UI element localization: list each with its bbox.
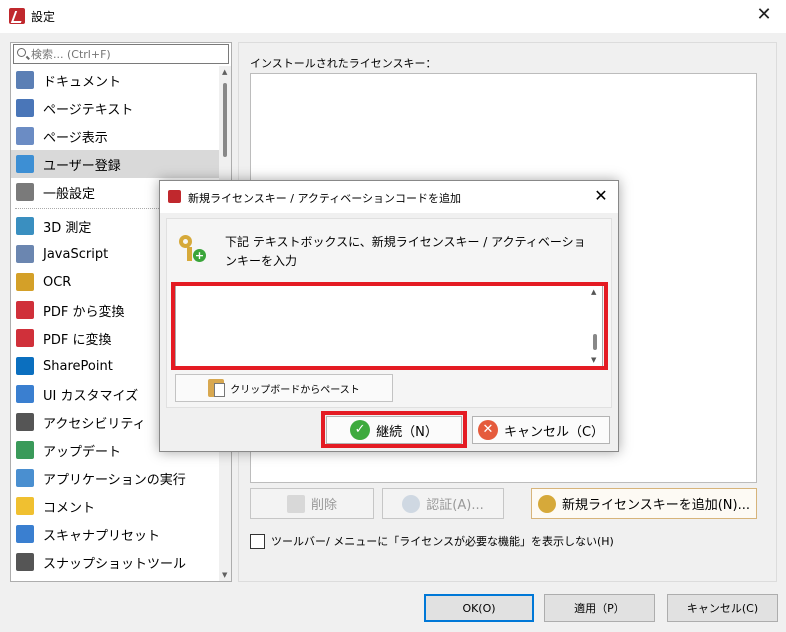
user-register-icon xyxy=(16,155,34,173)
window-close-button[interactable]: ✕ xyxy=(752,3,776,27)
sidebar-item[interactable]: ユーザー登録 xyxy=(11,150,219,178)
dialog-body: + 下記 テキストボックスに、新規ライセンスキー / アクティベーションキーを入… xyxy=(166,218,612,408)
ocr-icon xyxy=(16,273,34,291)
sidebar-item-label: コメント xyxy=(43,500,96,516)
pdf-convert-from-icon xyxy=(16,301,34,319)
add-license-dialog: 新規ライセンスキー / アクティベーションコードを追加 ✕ + 下記 テキストボ… xyxy=(159,180,619,452)
sidebar-item-label: ページテキスト xyxy=(43,102,134,118)
trash-icon xyxy=(286,494,305,513)
ui-customize-icon xyxy=(16,385,34,403)
authenticate-button[interactable]: 認証(A)... xyxy=(382,488,504,519)
sidebar-item[interactable]: スナップショットツール xyxy=(11,548,219,576)
pdf-convert-to-icon xyxy=(16,329,34,347)
scroll-down-icon[interactable]: ▼ xyxy=(222,571,227,579)
sidebar-item-label: OCR xyxy=(43,274,72,290)
sidebar-item-label: ページ表示 xyxy=(43,130,108,146)
license-list-label: インストールされたライセンスキー： xyxy=(250,57,437,70)
cancel-x-icon: ✕ xyxy=(477,420,498,440)
page-view-icon xyxy=(16,127,34,145)
ok-button[interactable]: OK(O) xyxy=(424,594,534,622)
search-icon xyxy=(17,48,26,57)
sidebar-item-label: スナップショットツール xyxy=(43,556,187,572)
sidebar-item-label: アプリケーションの実行 xyxy=(43,472,186,488)
scanner-icon xyxy=(16,525,34,543)
dialog-app-icon xyxy=(168,190,181,203)
sidebar-item-label: 3D 測定 xyxy=(43,220,92,236)
textbox-scroll-down-icon[interactable]: ▼ xyxy=(591,356,596,364)
key-add-icon: + xyxy=(177,233,207,263)
javascript-icon xyxy=(16,245,34,263)
license-key-textbox[interactable]: ▲ ▼ xyxy=(175,285,603,367)
comment-icon xyxy=(16,497,34,515)
sidebar-item-label: SharePoint xyxy=(43,358,113,374)
sidebar-item-label: アップデート xyxy=(43,444,122,460)
accessibility-icon xyxy=(16,413,34,431)
general-settings-icon xyxy=(16,183,34,201)
sidebar-item[interactable]: コメント xyxy=(11,492,219,520)
cancel-button[interactable]: キャンセル(C) xyxy=(667,594,778,622)
globe-icon xyxy=(402,494,421,513)
add-license-button[interactable]: 新規ライセンスキーを追加(N)... xyxy=(531,488,757,519)
hide-licensed-features-option[interactable]: ツールバー/ メニューに「ライセンスが必要な機能」を表示しない(H) xyxy=(250,533,614,549)
sidebar-item[interactable]: ページテキスト xyxy=(11,94,219,122)
textbox-scroll-thumb[interactable] xyxy=(593,334,597,350)
license-key-input[interactable] xyxy=(176,286,586,364)
sidebar-item[interactable]: アプリケーションの実行 xyxy=(11,464,219,492)
paste-from-clipboard-button[interactable]: クリップボードからペースト xyxy=(175,374,393,402)
continue-button[interactable]: ✓ 継続（N） xyxy=(326,416,462,444)
sidebar-item-label: アクセシビリティ xyxy=(43,416,146,432)
document-icon xyxy=(16,71,34,89)
sidebar-item-label: 一般設定 xyxy=(43,186,96,202)
sidebar-item-label: PDF に変換 xyxy=(43,332,112,348)
sidebar-item-label: ドキュメント xyxy=(43,74,122,90)
title-bar: 設定 ✕ xyxy=(0,0,786,33)
update-icon xyxy=(16,441,34,459)
search-input[interactable] xyxy=(31,46,221,62)
check-circle-icon: ✓ xyxy=(350,420,371,440)
scroll-up-icon[interactable]: ▲ xyxy=(222,68,227,76)
window-title: 設定 xyxy=(31,10,56,24)
dialog-cancel-label: キャンセル（C） xyxy=(503,424,605,440)
sidebar-item[interactable]: ページ表示 xyxy=(11,122,219,150)
scroll-thumb[interactable] xyxy=(223,83,227,157)
delete-button[interactable]: 削除 xyxy=(250,488,374,519)
apply-button[interactable]: 適用（P） xyxy=(544,594,655,622)
add-license-label: 新規ライセンスキーを追加(N)... xyxy=(561,498,750,513)
paste-label: クリップボードからペースト xyxy=(230,384,360,396)
sidebar-item-label: JavaScript xyxy=(43,246,109,262)
dialog-title-bar: 新規ライセンスキー / アクティベーションコードを追加 ✕ xyxy=(160,181,618,213)
clipboard-icon xyxy=(208,379,226,397)
sidebar-item-label: ユーザー登録 xyxy=(43,158,121,174)
sidebar-item[interactable]: スキャナプリセット xyxy=(11,520,219,548)
delete-label: 削除 xyxy=(310,498,337,513)
key-add-icon xyxy=(537,494,556,513)
run-app-icon xyxy=(16,469,34,487)
search-box[interactable] xyxy=(13,44,229,64)
hide-licensed-features-checkbox[interactable] xyxy=(250,533,265,549)
dialog-title: 新規ライセンスキー / アクティベーションコードを追加 xyxy=(188,192,462,205)
sidebar-item[interactable]: ドキュメント xyxy=(11,66,219,94)
sharepoint-icon xyxy=(16,357,34,375)
dialog-instruction: 下記 テキストボックスに、新規ライセンスキー / アクティベーションキーを入力 xyxy=(225,235,586,268)
textbox-scrollbar[interactable]: ▲ ▼ xyxy=(588,286,602,366)
app-logo-icon xyxy=(9,8,25,24)
sidebar-item-label: PDF から変換 xyxy=(43,304,125,320)
dialog-cancel-button[interactable]: ✕ キャンセル（C） xyxy=(472,416,610,444)
dialog-close-button[interactable]: ✕ xyxy=(590,185,612,207)
authenticate-label: 認証(A)... xyxy=(426,498,484,513)
hide-licensed-features-label: ツールバー/ メニューに「ライセンスが必要な機能」を表示しない(H) xyxy=(271,535,614,548)
continue-label: 継続（N） xyxy=(376,424,438,440)
3d-measure-icon xyxy=(16,217,34,235)
snapshot-icon xyxy=(16,553,34,571)
sidebar-item-label: UI カスタマイズ xyxy=(43,388,139,404)
textbox-scroll-up-icon[interactable]: ▲ xyxy=(591,288,596,296)
text-t-icon xyxy=(16,99,34,117)
sidebar-item-label: スキャナプリセット xyxy=(43,528,161,544)
